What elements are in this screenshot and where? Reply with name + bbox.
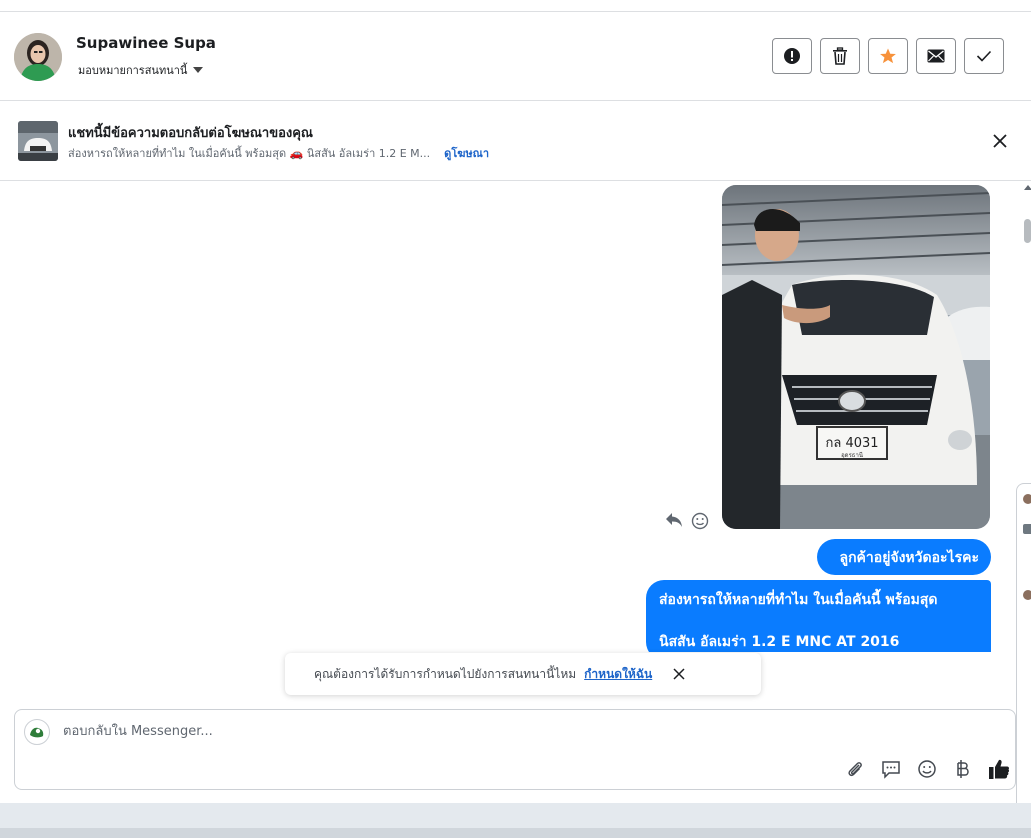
done-button[interactable] <box>964 38 1004 74</box>
view-ad-link[interactable]: ดูโฆษณา <box>444 144 489 162</box>
side-panel-edge[interactable] <box>1016 483 1031 816</box>
react-emoji-icon[interactable] <box>691 512 709 530</box>
assign-label: มอบหมายการสนทนานี้ <box>78 64 188 77</box>
saved-replies-button[interactable] <box>879 757 903 781</box>
message-bubble[interactable]: ส่องหารถให้หลายที่ทำไม ในเมื่อคันนี้ พร้… <box>646 580 991 652</box>
close-icon[interactable] <box>672 667 686 681</box>
close-banner-button[interactable] <box>990 131 1010 151</box>
plate-text: กล 4031 <box>825 436 878 451</box>
contact-name: Supawinee Supa <box>76 34 216 52</box>
reply-composer <box>14 709 1016 790</box>
star-icon <box>880 48 896 64</box>
ad-banner-subtitle: ส่องหารถให้หลายที่ทำไม ในเมื่อคันนี้ พร้… <box>68 147 431 160</box>
top-strip <box>0 0 1031 12</box>
mail-icon <box>927 49 945 63</box>
saved-reply-icon <box>882 761 900 779</box>
attach-button[interactable] <box>843 757 867 781</box>
emoji-icon <box>918 760 936 778</box>
conversation-header: Supawinee Supa มอบหมายการสนทนานี้ <box>0 12 1031 101</box>
message-actions <box>665 512 709 530</box>
check-icon <box>976 50 992 62</box>
caret-down-icon <box>193 67 204 73</box>
assign-prompt-text: คุณต้องการได้รับการกำหนดไปยังการสนทนานี้… <box>314 666 577 681</box>
thumbs-up-icon <box>989 759 1010 779</box>
alert-button[interactable] <box>772 38 812 74</box>
reply-input[interactable] <box>63 720 763 743</box>
trash-icon <box>833 47 847 65</box>
composer-tools <box>843 757 1011 781</box>
alert-icon <box>784 48 800 64</box>
avatar <box>1023 494 1031 504</box>
scroll-up-icon[interactable] <box>1024 185 1031 190</box>
payment-button[interactable] <box>951 757 975 781</box>
avatar[interactable] <box>14 33 62 81</box>
message-photo[interactable]: กล 4031 อุดรธานี <box>722 185 990 529</box>
star-button[interactable] <box>868 38 908 74</box>
baht-icon <box>957 760 969 778</box>
close-icon <box>993 134 1007 148</box>
scroll-thumb[interactable] <box>1024 219 1031 243</box>
ad-banner-title: แชทนี้มีข้อความตอบกลับต่อโฆษณาของคุณ <box>68 126 313 141</box>
message-line: นิสสัน อัลเมร่า 1.2 E MNC AT 2016 <box>659 634 900 650</box>
like-button[interactable] <box>987 757 1011 781</box>
message-thread[interactable]: กล 4031 อุดรธานี ลูกค้าอยู่จังหวัดอะไรคะ… <box>0 181 1016 652</box>
assign-dropdown[interactable]: มอบหมายการสนทนานี้ <box>78 61 204 79</box>
page-avatar <box>24 719 50 745</box>
paperclip-icon <box>848 762 862 777</box>
plate-province-text: อุดรธานี <box>841 451 863 459</box>
ad-banner-subtitle-row: ส่องหารถให้หลายที่ทำไม ในเมื่อคันนี้ พร้… <box>68 144 489 162</box>
avatar <box>1023 524 1031 534</box>
header-actions <box>772 38 1004 74</box>
assign-to-me-link[interactable]: กำหนดให้ฉัน <box>584 665 652 684</box>
footer-band-bottom <box>0 828 1031 838</box>
ad-thumbnail[interactable] <box>18 121 58 161</box>
avatar <box>1023 590 1031 600</box>
ad-reply-banner: แชทนี้มีข้อความตอบกลับต่อโฆษณาของคุณ ส่อ… <box>0 101 1031 181</box>
emoji-button[interactable] <box>915 757 939 781</box>
message-bubble[interactable]: ลูกค้าอยู่จังหวัดอะไรคะ <box>817 539 991 575</box>
assign-prompt-snackbar: คุณต้องการได้รับการกำหนดไปยังการสนทนานี้… <box>285 653 761 695</box>
delete-button[interactable] <box>820 38 860 74</box>
mark-unread-button[interactable] <box>916 38 956 74</box>
message-line: ส่องหารถให้หลายที่ทำไม ในเมื่อคันนี้ พร้… <box>659 592 938 608</box>
reply-icon[interactable] <box>665 512 683 528</box>
thread-scrollbar[interactable] <box>1016 181 1031 481</box>
